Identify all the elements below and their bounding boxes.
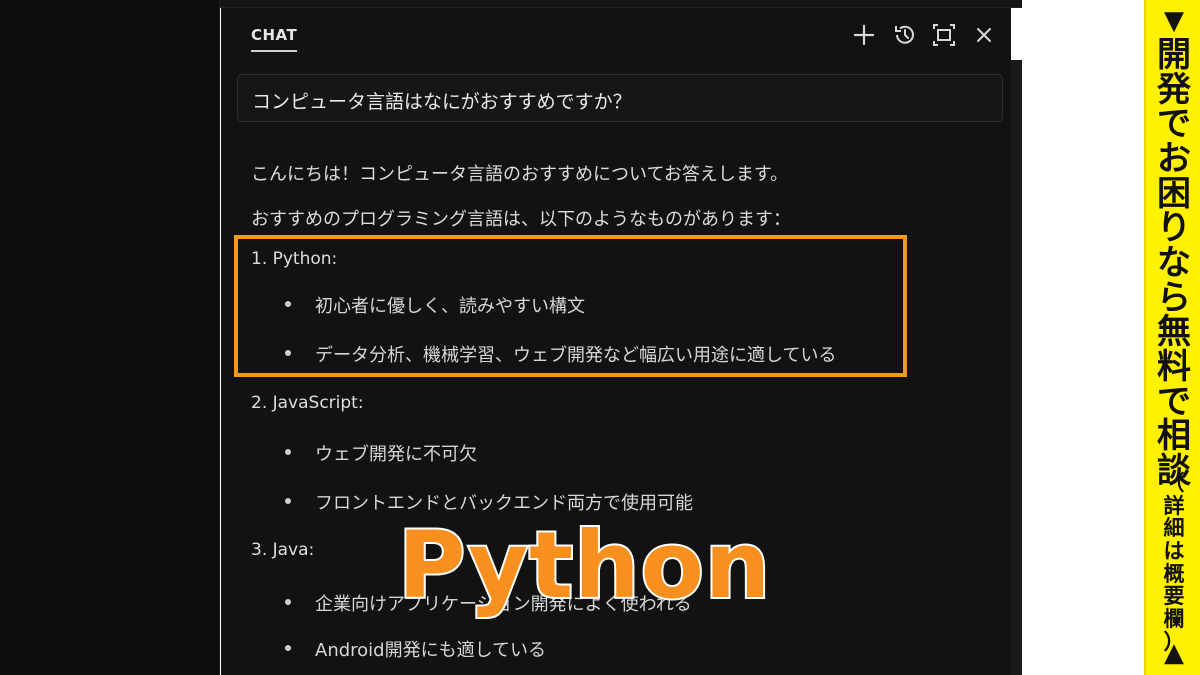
list-heading-java: 3. Java:	[251, 540, 315, 560]
close-icon[interactable]	[971, 22, 997, 48]
user-query: コンピュータ言語はなにがおすすめですか？	[237, 74, 1003, 122]
banner-main-text: 開発でお困りなら無料で相談	[1157, 35, 1191, 492]
plus-icon[interactable]	[851, 22, 877, 48]
bullet-dot	[285, 599, 291, 605]
assistant-lead: おすすめのプログラミング言語は、以下のようなものがあります：	[251, 209, 791, 230]
bullet-dot	[285, 645, 291, 651]
history-icon[interactable]	[892, 22, 918, 48]
banner-sub-text: （詳細は概要欄）	[1163, 471, 1185, 654]
right-margin	[1022, 0, 1144, 675]
down-arrow-icon: ▼	[1164, 6, 1184, 36]
assistant-intro: こんにちは！コンピュータ言語のおすすめについてお答えします。	[251, 164, 789, 185]
chat-scrollbar[interactable]	[1011, 60, 1022, 675]
python-highlight-box	[234, 235, 907, 377]
up-arrow-icon: ▲	[1164, 638, 1184, 668]
chat-header: CHAT	[221, 8, 1011, 60]
bullet-dot	[285, 449, 291, 455]
expand-icon[interactable]	[931, 22, 957, 48]
bullet-dot	[285, 498, 291, 504]
promo-banner: ▼ 開発でお困りなら無料で相談 （詳細は概要欄） ▲	[1144, 0, 1200, 675]
video-caption: Python	[396, 512, 772, 619]
left-editor-pane	[0, 0, 220, 675]
tab-chat[interactable]: CHAT	[251, 26, 298, 52]
list-heading-javascript: 2. JavaScript:	[251, 393, 364, 413]
